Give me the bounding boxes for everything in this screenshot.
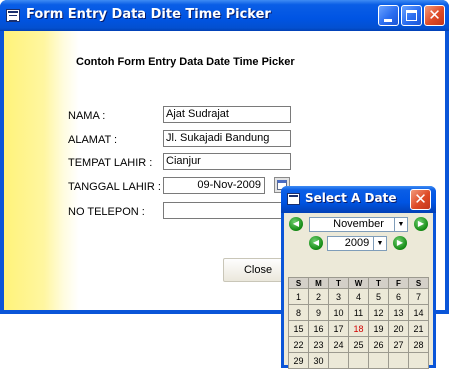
year-value: 2009 — [344, 237, 370, 249]
arrow-left-icon: ◀ — [292, 219, 300, 228]
close-icon: ✕ — [414, 190, 427, 208]
calendar-grid: S M T W T F S 1 2 3 4 5 6 7 8 9 10 11 12 13 14 15 16 17 1… — [288, 277, 429, 369]
weekday-header-row: S M T W T F S — [288, 277, 429, 289]
calendar-week-row: 1234567 — [288, 288, 429, 305]
calendar-day[interactable]: 10 — [328, 304, 349, 321]
chevron-down-icon[interactable]: ▼ — [394, 218, 407, 231]
label-alamat: ALAMAT : — [68, 134, 118, 146]
maximize-icon — [406, 10, 417, 21]
weekday-header: F — [388, 277, 409, 289]
calendar-day[interactable]: 7 — [408, 288, 429, 305]
calendar-day[interactable]: 26 — [368, 336, 389, 353]
picker-form-icon — [287, 193, 300, 205]
next-year-button[interactable]: ▶ — [393, 236, 407, 250]
calendar-day[interactable]: 4 — [348, 288, 369, 305]
calendar-day[interactable]: 14 — [408, 304, 429, 321]
year-select[interactable]: 2009 ▼ — [327, 236, 387, 251]
calendar-week-row: 8 9 10 11 12 13 14 — [288, 304, 429, 321]
weekday-header: S — [288, 277, 309, 289]
minimize-icon — [384, 19, 392, 22]
label-tempat-lahir: TEMPAT LAHIR : — [68, 157, 153, 169]
minimize-button[interactable] — [378, 5, 399, 26]
calendar-day[interactable]: 13 — [388, 304, 409, 321]
calendar-day[interactable]: 15 — [288, 320, 309, 337]
calendar-day[interactable]: 25 — [348, 336, 369, 353]
alamat-input[interactable]: Jl. Sukajadi Bandung — [163, 130, 291, 147]
calendar-day[interactable]: 24 — [328, 336, 349, 353]
title-bar[interactable]: Form Entry Data Dite Time Picker ✕ — [0, 0, 449, 31]
picker-title-bar[interactable]: Select A Date ✕ — [281, 186, 436, 213]
arrow-right-icon: ▶ — [417, 219, 425, 228]
form-heading: Contoh Form Entry Data Date Time Picker — [76, 56, 295, 68]
arrow-right-icon: ▶ — [396, 238, 404, 247]
calendar-day[interactable]: 3 — [328, 288, 349, 305]
calendar-day[interactable]: 30 — [308, 352, 329, 369]
calendar-day[interactable]: 5 — [368, 288, 389, 305]
label-nama: NAMA : — [68, 110, 106, 122]
calendar-empty-cell — [408, 352, 429, 369]
maximize-button[interactable] — [401, 5, 422, 26]
label-no-telepon: NO TELEPON : — [68, 206, 145, 218]
prev-year-button[interactable]: ◀ — [309, 236, 323, 250]
calendar-day[interactable]: 16 — [308, 320, 329, 337]
calendar-empty-cell — [388, 352, 409, 369]
nama-input[interactable]: Ajat Sudrajat — [163, 106, 291, 123]
calendar-day[interactable]: 2 — [308, 288, 329, 305]
calendar-day[interactable]: 11 — [348, 304, 369, 321]
form-icon[interactable] — [6, 9, 20, 22]
calendar-day[interactable]: 19 — [368, 320, 389, 337]
calendar-day[interactable]: 28 — [408, 336, 429, 353]
calendar-day[interactable]: 23 — [308, 336, 329, 353]
next-month-button[interactable]: ▶ — [414, 217, 428, 231]
chevron-down-icon[interactable]: ▼ — [373, 237, 386, 250]
calendar-day[interactable]: 6 — [388, 288, 409, 305]
month-select[interactable]: November ▼ — [309, 217, 408, 232]
no-telepon-input[interactable] — [163, 202, 291, 219]
prev-month-button[interactable]: ◀ — [289, 217, 303, 231]
weekday-header: M — [308, 277, 329, 289]
close-icon: ✕ — [428, 6, 441, 24]
calendar-day[interactable]: 29 — [288, 352, 309, 369]
calendar-day[interactable]: 1 — [288, 288, 309, 305]
picker-body: ◀ November ▼ ▶ ◀ 2009 ▼ ▶ S M T W T F S — [284, 213, 433, 369]
calendar-empty-cell — [348, 352, 369, 369]
calendar-week-row: 15 16 17 18 19 20 21 — [288, 320, 429, 337]
arrow-left-icon: ◀ — [312, 238, 320, 247]
calendar-day[interactable]: 12 — [368, 304, 389, 321]
calendar-week-row: 22 23 24 25 26 27 28 — [288, 336, 429, 353]
calendar-day[interactable]: 17 — [328, 320, 349, 337]
calendar-day[interactable]: 21 — [408, 320, 429, 337]
weekday-header: W — [348, 277, 369, 289]
calendar-empty-cell — [368, 352, 389, 369]
calendar-day[interactable]: 22 — [288, 336, 309, 353]
calendar-day[interactable]: 27 — [388, 336, 409, 353]
calendar-week-row: 29 30 — [288, 352, 429, 369]
close-window-button[interactable]: ✕ — [424, 5, 445, 26]
calendar-day[interactable]: 8 — [288, 304, 309, 321]
picker-title: Select A Date — [305, 191, 397, 205]
month-value: November — [333, 218, 384, 230]
weekday-header: T — [328, 277, 349, 289]
calendar-days: 1 2 3 4 5 6 7 8 9 10 11 12 13 14 15 16 17 18 19 20 21 22 23 24 2… — [288, 288, 429, 369]
calendar-day[interactable]: 18 — [348, 320, 369, 337]
date-picker-window: Select A Date ✕ ◀ November ▼ ▶ ◀ 2009 ▼ … — [281, 186, 436, 369]
label-tanggal-lahir: TANGGAL LAHIR : — [68, 181, 161, 193]
calendar-empty-cell — [328, 352, 349, 369]
window-title: Form Entry Data Dite Time Picker — [26, 7, 271, 22]
tempat-lahir-input[interactable]: Cianjur — [163, 153, 291, 170]
calendar-day[interactable]: 20 — [388, 320, 409, 337]
calendar-day[interactable]: 9 — [308, 304, 329, 321]
tanggal-lahir-input[interactable]: 09-Nov-2009 — [163, 177, 265, 194]
picker-close-button[interactable]: ✕ — [410, 189, 431, 210]
weekday-header: T — [368, 277, 389, 289]
weekday-header: S — [408, 277, 429, 289]
